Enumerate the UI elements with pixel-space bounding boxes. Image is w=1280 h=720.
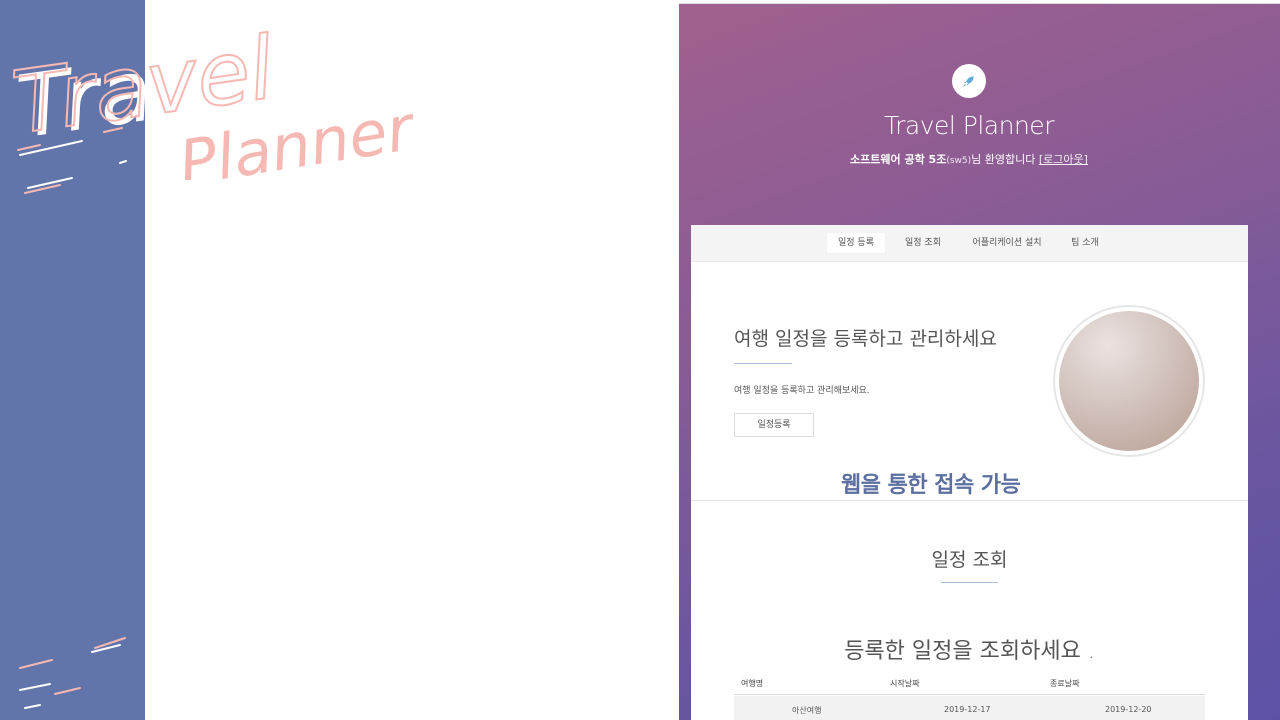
header-trip-name: 여행명 [741, 679, 764, 688]
welcome-suffix: 님 환영합니다 [971, 153, 1036, 166]
register-section-title: 여행 일정을 등록하고 관리하세요 [734, 328, 997, 350]
nav-tabs: 일정 등록 일정 조회 어플리케이션 설치 팀 소개 [691, 225, 1248, 262]
cell-trip-name: 아산여행 [792, 706, 822, 715]
table-row[interactable]: 아산여행 2019-12-17 2019-12-20 [734, 696, 1205, 720]
tab-team-intro[interactable]: 팀 소개 [1063, 233, 1107, 253]
tab-schedule-register[interactable]: 일정 등록 [827, 233, 885, 253]
web-access-annotation: 웹을 통한 접속 가능 [841, 473, 1021, 498]
app-screenshot: Travel Planner 소프트웨어 공학 5조(sw5)님 환영합니다 [… [679, 3, 1280, 720]
register-button[interactable]: 일정등록 [734, 413, 814, 437]
logo-planner-text: Planner [174, 91, 421, 180]
logout-link[interactable]: [로그아웃] [1039, 153, 1088, 166]
site-title: Travel Planner [884, 111, 1054, 140]
welcome-user: 소프트웨어 공학 5조 [850, 153, 947, 166]
header-start-date: 시작날짜 [890, 679, 920, 688]
register-section-rule [734, 363, 792, 364]
cell-end-date: 2019-12-20 [1105, 705, 1152, 714]
welcome-message: 소프트웨어 공학 5조(sw5)님 환영합니다 [로그아웃] [679, 151, 1259, 167]
tab-app-install[interactable]: 어플리케이션 설치 [961, 233, 1053, 253]
content-panel: 일정 등록 일정 조회 어플리케이션 설치 팀 소개 여행 일정을 등록하고 관… [691, 225, 1248, 720]
view-section-subtitle: 등록한 일정을 조회하세요 . [844, 639, 1095, 664]
section-divider [691, 500, 1248, 501]
register-section-description: 여행 일정을 등록하고 관리해보세요. [734, 386, 870, 396]
header-end-date: 종료날짜 [1050, 679, 1080, 688]
cell-start-date: 2019-12-17 [944, 705, 991, 714]
rocket-icon [952, 64, 986, 98]
view-section-title: 일정 조회 [931, 549, 1008, 571]
tab-schedule-view[interactable]: 일정 조회 [894, 233, 952, 253]
profile-image [1059, 311, 1199, 451]
view-section-rule [941, 582, 998, 583]
logo-planner-word: Planner [174, 91, 421, 180]
welcome-user-id: (sw5) [946, 156, 972, 166]
schedule-table-header: 여행명 시작날짜 종료날짜 [734, 669, 1205, 695]
